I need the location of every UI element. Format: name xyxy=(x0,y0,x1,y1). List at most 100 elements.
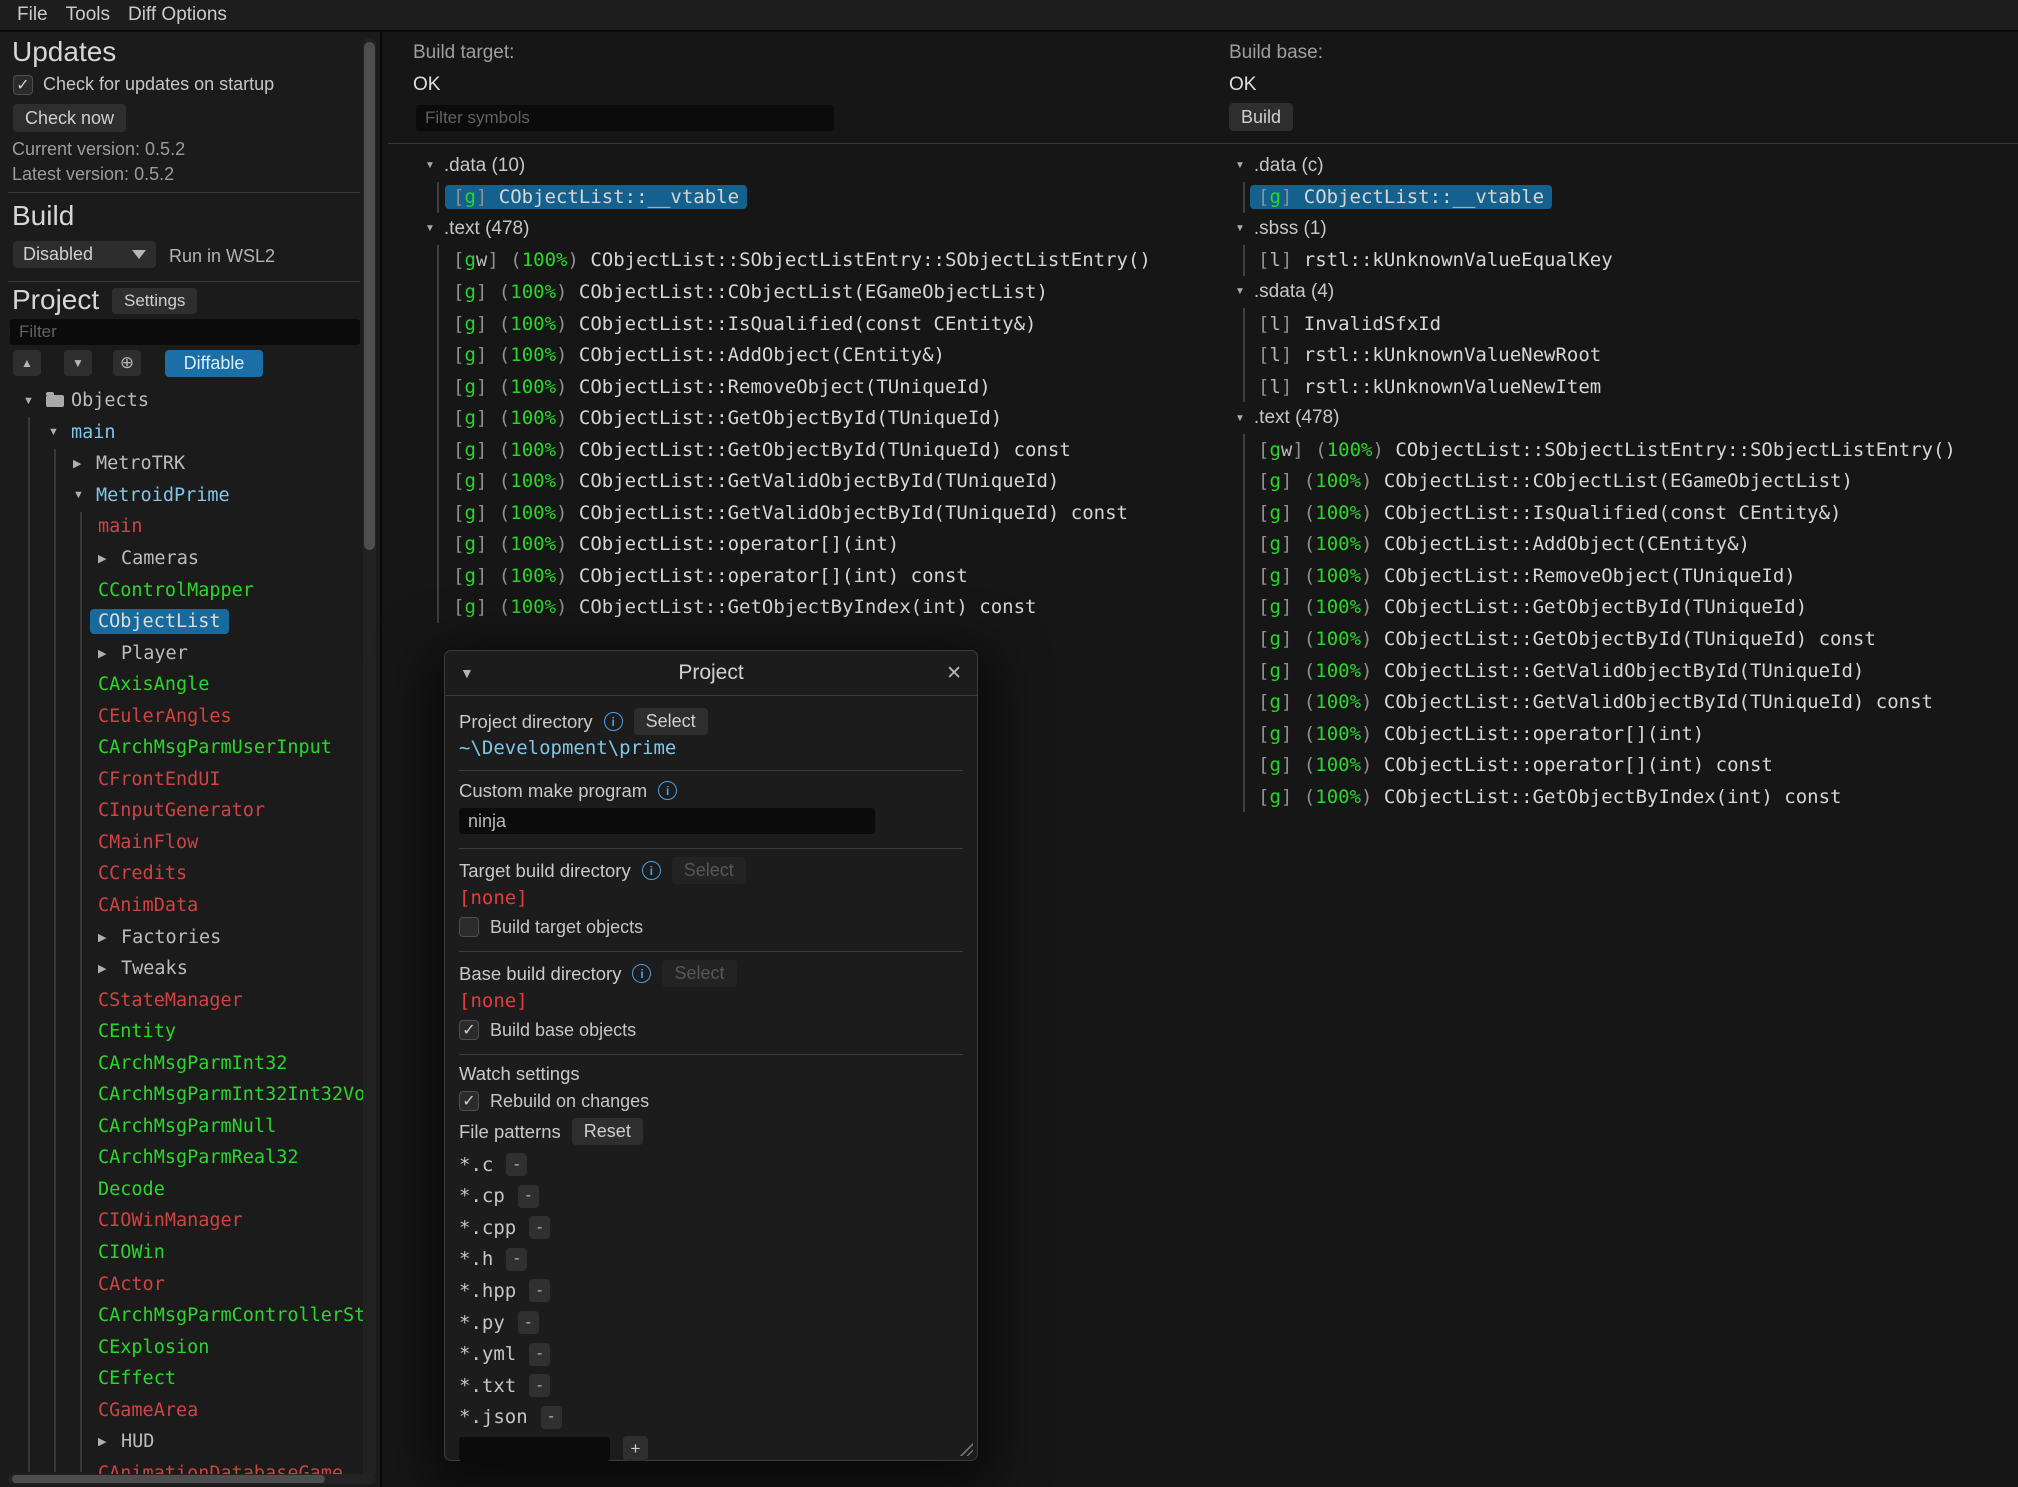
sidebar-horizontal-scrollbar[interactable] xyxy=(8,1474,376,1484)
remove-pattern-button[interactable]: - xyxy=(529,1374,550,1397)
tree-item-ccontrolmapper[interactable]: CControlMapper xyxy=(0,574,364,606)
checkbox-icon[interactable] xyxy=(459,1020,479,1040)
build-button[interactable]: Build xyxy=(1229,103,1293,131)
remove-pattern-button[interactable]: - xyxy=(506,1248,527,1271)
symbol-row[interactable]: [l] rstl::kUnknownValueNewItem xyxy=(1258,371,2018,403)
project-settings-button[interactable]: Settings xyxy=(112,288,197,314)
symbol-row[interactable]: [g] (100%) CObjectList::RemoveObject(TUn… xyxy=(453,371,1167,403)
tree-item-metrotrk[interactable]: ▶MetroTRK xyxy=(0,448,364,480)
chevron-collapsed-icon[interactable]: ▶ xyxy=(98,931,121,944)
symbol-row[interactable]: [g] (100%) CObjectList::GetValidObjectBy… xyxy=(453,465,1167,497)
tree-item-carchmsgparmuserinput[interactable]: CArchMsgParmUserInput xyxy=(0,732,364,764)
symbol-row[interactable]: [g] (100%) CObjectList::operator[](int) xyxy=(453,529,1167,561)
chevron-collapsed-icon[interactable]: ▶ xyxy=(73,457,96,470)
tree-item-factories[interactable]: ▶Factories xyxy=(0,921,364,953)
tree-item-cobjectlist[interactable]: CObjectList xyxy=(0,606,364,638)
tree-item-main[interactable]: main xyxy=(0,511,364,543)
tree-item-ciowinmanager[interactable]: CIOWinManager xyxy=(0,1205,364,1237)
checkbox-icon[interactable] xyxy=(13,75,33,95)
tree-item-decode[interactable]: Decode xyxy=(0,1174,364,1206)
section-header-sdata[interactable]: ▼.sdata (4) xyxy=(1229,276,2018,308)
tree-item-cfrontendui[interactable]: CFrontEndUI xyxy=(0,764,364,796)
section-header-text[interactable]: ▼.text (478) xyxy=(388,213,1167,245)
symbol-row[interactable]: [g] (100%) CObjectList::GetValidObjectBy… xyxy=(1258,655,2018,687)
sidebar-vertical-scrollbar[interactable] xyxy=(363,38,376,1479)
chevron-expanded-icon[interactable]: ▼ xyxy=(48,426,71,438)
section-header-data[interactable]: ▼.data (10) xyxy=(388,150,1167,182)
symbol-row[interactable]: [g] (100%) CObjectList::AddObject(CEntit… xyxy=(453,339,1167,371)
symbol-row[interactable]: [g] (100%) CObjectList::RemoveObject(TUn… xyxy=(1258,560,2018,592)
section-header-text[interactable]: ▼.text (478) xyxy=(1229,402,2018,434)
check-now-button[interactable]: Check now xyxy=(13,104,126,132)
filter-symbols-input[interactable] xyxy=(416,105,834,131)
tree-item-main[interactable]: ▼main xyxy=(0,417,364,449)
collapse-icon[interactable]: ▼ xyxy=(460,665,490,681)
chevron-expanded-icon[interactable]: ▼ xyxy=(1235,413,1245,424)
chevron-collapsed-icon[interactable]: ▶ xyxy=(98,647,121,660)
locate-icon[interactable]: ⊕ xyxy=(113,350,141,376)
symbol-row[interactable]: [gw] (100%) CObjectList::SObjectListEntr… xyxy=(1258,434,2018,466)
remove-pattern-button[interactable]: - xyxy=(529,1216,550,1239)
tree-item-carchmsgparmreal32[interactable]: CArchMsgParmReal32 xyxy=(0,1142,364,1174)
symbol-row[interactable]: [g] (100%) CObjectList::GetValidObjectBy… xyxy=(453,497,1167,529)
tree-item-centity[interactable]: CEntity xyxy=(0,1016,364,1048)
tree-item-hud[interactable]: ▶HUD xyxy=(0,1426,364,1458)
section-header-sbss[interactable]: ▼.sbss (1) xyxy=(1229,213,2018,245)
tree-item-cactor[interactable]: CActor xyxy=(0,1268,364,1300)
scrollbar-thumb[interactable] xyxy=(12,1475,325,1483)
tree-item-carchmsgparmnull[interactable]: CArchMsgParmNull xyxy=(0,1111,364,1143)
symbol-row[interactable]: [l] InvalidSfxId xyxy=(1258,308,2018,340)
tree-item-cgamearea[interactable]: CGameArea xyxy=(0,1395,364,1427)
add-pattern-button[interactable]: + xyxy=(623,1436,648,1461)
symbol-row[interactable]: [g] (100%) CObjectList::operator[](int) … xyxy=(1258,749,2018,781)
base-build-directory-select-button[interactable]: Select xyxy=(662,960,736,987)
symbol-row[interactable]: [l] rstl::kUnknownValueNewRoot xyxy=(1258,339,2018,371)
collapse-all-button[interactable]: ▲ xyxy=(13,350,41,376)
symbol-row[interactable]: [g] (100%) CObjectList::GetObjectByIndex… xyxy=(453,592,1167,624)
tree-item-ceulerangles[interactable]: CEulerAngles xyxy=(0,700,364,732)
tree-item-cameras[interactable]: ▶Cameras xyxy=(0,543,364,575)
info-icon[interactable] xyxy=(642,861,661,880)
project-directory-select-button[interactable]: Select xyxy=(634,708,708,735)
tree-item-cinputgenerator[interactable]: CInputGenerator xyxy=(0,795,364,827)
tree-item-cexplosion[interactable]: CExplosion xyxy=(0,1331,364,1363)
chevron-expanded-icon[interactable]: ▼ xyxy=(1235,223,1245,234)
tree-item-ccredits[interactable]: CCredits xyxy=(0,858,364,890)
symbol-row[interactable]: [g] (100%) CObjectList::GetObjectById(TU… xyxy=(453,434,1167,466)
chevron-collapsed-icon[interactable]: ▶ xyxy=(98,1435,121,1448)
new-pattern-input[interactable] xyxy=(459,1437,610,1461)
build-mode-dropdown[interactable]: Disabled xyxy=(13,241,156,268)
expand-all-button[interactable]: ▼ xyxy=(64,350,92,376)
info-icon[interactable] xyxy=(604,712,623,731)
info-icon[interactable] xyxy=(632,964,651,983)
symbol-row[interactable]: [g] (100%) CObjectList::CObjectList(EGam… xyxy=(453,276,1167,308)
symbol-row[interactable]: [g] (100%) CObjectList::IsQualified(cons… xyxy=(1258,497,2018,529)
remove-pattern-button[interactable]: - xyxy=(529,1279,550,1302)
symbol-row[interactable]: [g] (100%) CObjectList::operator[](int) xyxy=(1258,718,2018,750)
tree-item-cmainflow[interactable]: CMainFlow xyxy=(0,827,364,859)
tree-item-carchmsgparmint32[interactable]: CArchMsgParmInt32 xyxy=(0,1047,364,1079)
tree-item-objects[interactable]: ▼Objects xyxy=(0,385,364,417)
symbol-row[interactable]: [gw] (100%) CObjectList::SObjectListEntr… xyxy=(453,245,1167,277)
section-header-data[interactable]: ▼.data (c) xyxy=(1229,150,2018,182)
symbol-row[interactable]: [g] (100%) CObjectList::GetObjectById(TU… xyxy=(453,402,1167,434)
symbol-row[interactable]: [g] (100%) CObjectList::IsQualified(cons… xyxy=(453,308,1167,340)
rebuild-on-changes-checkbox[interactable]: Rebuild on changes xyxy=(459,1090,963,1112)
tree-item-canimdata[interactable]: CAnimData xyxy=(0,890,364,922)
tree-item-cstatemanager[interactable]: CStateManager xyxy=(0,984,364,1016)
chevron-expanded-icon[interactable]: ▼ xyxy=(1235,160,1245,171)
tree-item-metroidprime[interactable]: ▼MetroidPrime xyxy=(0,480,364,512)
tree-item-canimationdatabasegame[interactable]: CAnimationDatabaseGame xyxy=(0,1458,364,1475)
chevron-expanded-icon[interactable]: ▼ xyxy=(425,223,435,234)
reset-patterns-button[interactable]: Reset xyxy=(572,1118,643,1145)
tree-item-ceffect[interactable]: CEffect xyxy=(0,1363,364,1395)
chevron-expanded-icon[interactable]: ▼ xyxy=(23,395,46,407)
remove-pattern-button[interactable]: - xyxy=(506,1153,527,1176)
symbol-row[interactable]: [g] (100%) CObjectList::GetObjectById(TU… xyxy=(1258,592,2018,624)
menu-item-diff-options[interactable]: Diff Options xyxy=(128,4,227,26)
scrollbar-thumb[interactable] xyxy=(364,42,375,550)
target-build-directory-select-button[interactable]: Select xyxy=(672,857,746,884)
build-target-objects-checkbox[interactable]: Build target objects xyxy=(459,916,963,938)
menu-item-tools[interactable]: Tools xyxy=(66,4,110,26)
checkbox-icon[interactable] xyxy=(459,917,479,937)
